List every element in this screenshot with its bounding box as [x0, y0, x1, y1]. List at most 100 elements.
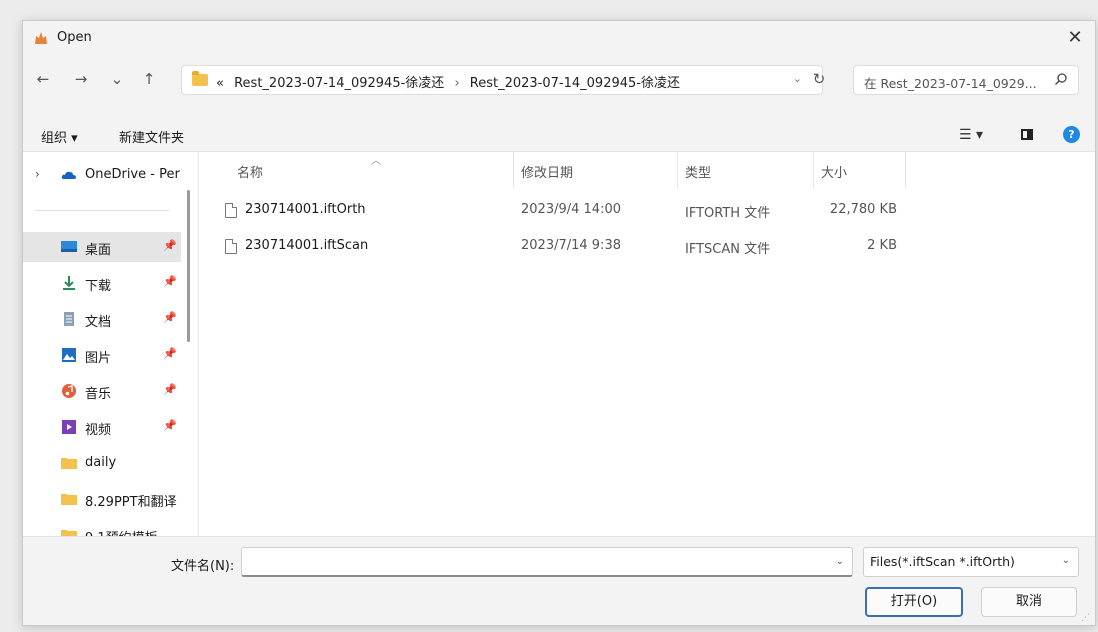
breadcrumb: « Rest_2023-07-14_092945-徐凌还 › Rest_2023…: [216, 72, 680, 91]
breadcrumb-item[interactable]: Rest_2023-07-14_092945-徐凌还: [470, 76, 680, 91]
organize-button[interactable]: 组织 ▾: [41, 127, 78, 146]
pin-icon: 📌: [163, 383, 177, 396]
breadcrumb-separator-icon[interactable]: ›: [454, 76, 459, 91]
file-list: ︿ 名称 修改日期 类型 大小 230714001.iftOrth 2023/9…: [199, 152, 1095, 536]
sidebar-item-label: 音乐: [85, 387, 112, 402]
table-row[interactable]: 230714001.iftScan 2023/7/14 9:38 IFTSCAN…: [199, 232, 919, 262]
sidebar-item-label: 桌面: [85, 243, 112, 258]
sidebar-item-pictures[interactable]: 图片 📌: [23, 340, 181, 370]
sidebar-item-music[interactable]: 音乐 📌: [23, 376, 181, 406]
pin-icon: 📌: [163, 347, 177, 360]
command-bar: 组织 ▾ 新建文件夹 ☰ ▾ ?: [23, 119, 1095, 151]
sidebar-item-label: 8.29PPT和翻译: [85, 495, 177, 510]
desktop-icon: [61, 241, 77, 252]
sidebar-item-desktop[interactable]: 桌面 📌: [23, 232, 181, 262]
column-header-modified[interactable]: 修改日期: [521, 162, 573, 181]
video-icon: [62, 420, 76, 434]
column-divider[interactable]: [813, 152, 814, 188]
navigation-pane: › OneDrive - Per 桌面 📌 下载 📌 文档 📌 图片 📌 音乐 …: [23, 152, 181, 536]
preview-pane-icon[interactable]: [1021, 129, 1033, 140]
file-icon: [225, 239, 237, 254]
file-icon: [225, 203, 237, 218]
chevron-down-icon[interactable]: ⌄: [1062, 555, 1070, 566]
up-button[interactable]: ↑: [137, 67, 161, 91]
open-button[interactable]: 打开(O): [865, 587, 963, 617]
sidebar-item-label: 视频: [85, 423, 112, 438]
divider: [35, 210, 169, 211]
close-button[interactable]: ✕: [1055, 21, 1095, 55]
expand-icon[interactable]: ›: [35, 167, 40, 181]
help-icon[interactable]: ?: [1063, 126, 1080, 143]
address-bar[interactable]: « Rest_2023-07-14_092945-徐凌还 › Rest_2023…: [181, 65, 823, 95]
main-content: › OneDrive - Per 桌面 📌 下载 📌 文档 📌 图片 📌 音乐 …: [23, 151, 1095, 537]
search-box[interactable]: 在 Rest_2023-07-14_0929...: [853, 65, 1079, 95]
footer: 文件名(N): ⌄ Files(*.iftScan *.iftOrth) ⌄ 打…: [23, 537, 1095, 627]
file-type-filter[interactable]: Files(*.iftScan *.iftOrth) ⌄: [863, 547, 1079, 577]
folder-icon: [61, 530, 77, 536]
filter-value: Files(*.iftScan *.iftOrth): [870, 554, 1015, 569]
sidebar-item-folder[interactable]: 8.29PPT和翻译: [23, 484, 181, 514]
column-header-name[interactable]: 名称: [237, 162, 263, 181]
column-header-size[interactable]: 大小: [821, 162, 847, 181]
folder-icon: [61, 494, 77, 505]
chevron-down-icon[interactable]: ⌄: [793, 72, 802, 85]
sidebar-item-label: 下载: [85, 279, 112, 294]
breadcrumb-item[interactable]: Rest_2023-07-14_092945-徐凌还: [234, 76, 444, 91]
refresh-button[interactable]: ↻: [807, 68, 831, 92]
file-modified: 2023/7/14 9:38: [521, 238, 621, 253]
sidebar-item-label: 文档: [85, 315, 112, 330]
folder-icon: [61, 458, 77, 469]
new-folder-button[interactable]: 新建文件夹: [119, 127, 184, 146]
pin-icon: 📌: [163, 275, 177, 288]
title-bar: Open ✕: [23, 21, 1095, 55]
forward-button[interactable]: →: [69, 67, 93, 91]
resize-grip-icon[interactable]: ⋰: [1081, 613, 1091, 623]
app-icon: [35, 32, 47, 44]
pin-icon: 📌: [163, 239, 177, 252]
filename-input[interactable]: ⌄: [241, 547, 853, 577]
navigation-bar: ← → ⌄ ↑ « Rest_2023-07-14_092945-徐凌还 › R…: [23, 59, 1095, 99]
document-icon: [64, 312, 74, 326]
column-divider[interactable]: [677, 152, 678, 188]
column-divider[interactable]: [905, 152, 906, 188]
cloud-icon: [61, 171, 76, 179]
sort-ascending-icon: ︿: [371, 156, 381, 167]
search-icon: [1055, 73, 1067, 85]
file-size: 2 KB: [867, 238, 897, 253]
cancel-button[interactable]: 取消: [981, 587, 1077, 617]
open-dialog: Open ✕ ← → ⌄ ↑ « Rest_2023-07-14_092945-…: [22, 20, 1096, 626]
file-name: 230714001.iftOrth: [245, 202, 366, 217]
file-name: 230714001.iftScan: [245, 238, 369, 253]
pin-icon: 📌: [163, 419, 177, 432]
back-button[interactable]: ←: [31, 67, 55, 91]
download-icon: [63, 276, 75, 290]
sidebar-item-videos[interactable]: 视频 📌: [23, 412, 181, 442]
column-header-type[interactable]: 类型: [685, 162, 711, 181]
sidebar-item-label: OneDrive - Per: [85, 167, 180, 182]
pictures-icon: [62, 348, 76, 362]
sidebar-item-downloads[interactable]: 下载 📌: [23, 268, 181, 298]
music-icon: [62, 384, 76, 398]
column-divider[interactable]: [513, 152, 514, 188]
chevron-down-icon[interactable]: ⌄: [836, 556, 844, 567]
sidebar-item-folder[interactable]: daily: [23, 448, 181, 478]
search-placeholder: 在 Rest_2023-07-14_0929...: [864, 76, 1037, 91]
sidebar-item-label: 图片: [85, 351, 112, 366]
sidebar-item-onedrive[interactable]: › OneDrive - Per: [23, 160, 181, 190]
pin-icon: 📌: [163, 311, 177, 324]
file-modified: 2023/9/4 14:00: [521, 202, 621, 217]
sidebar-item-documents[interactable]: 文档 📌: [23, 304, 181, 334]
sidebar-item-label: 9.1预约模板: [85, 527, 158, 536]
sidebar-item-folder[interactable]: 9.1预约模板: [23, 520, 181, 536]
recent-locations-button[interactable]: ⌄: [105, 67, 129, 91]
sidebar-item-label: daily: [85, 455, 117, 470]
sidebar-scrollbar[interactable]: [187, 190, 190, 342]
file-size: 22,780 KB: [829, 202, 897, 217]
file-type: IFTSCAN 文件: [685, 242, 771, 257]
window-title: Open: [57, 30, 92, 45]
address-overflow[interactable]: «: [216, 76, 224, 91]
table-row[interactable]: 230714001.iftOrth 2023/9/4 14:00 IFTORTH…: [199, 196, 919, 226]
folder-icon: [192, 71, 208, 86]
file-type: IFTORTH 文件: [685, 206, 771, 221]
view-options-icon[interactable]: ☰ ▾: [959, 127, 983, 143]
